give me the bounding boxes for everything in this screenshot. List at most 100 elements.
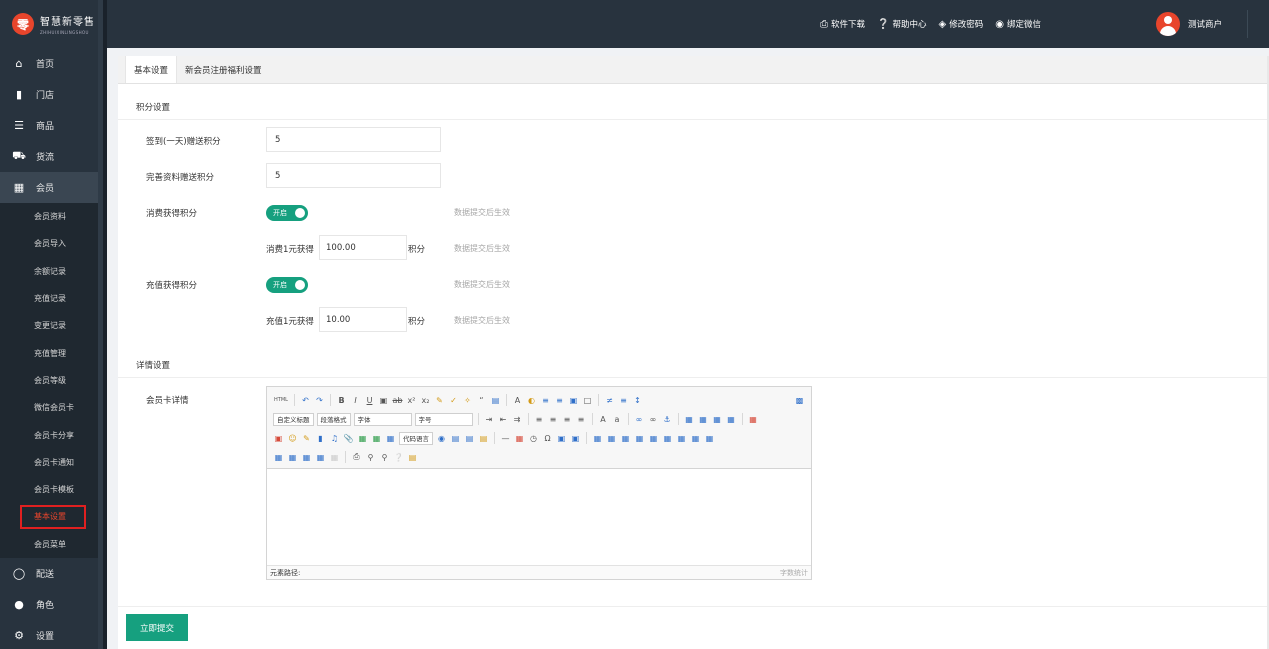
strikethrough-icon[interactable]: ab — [392, 395, 403, 406]
scrawl-icon[interactable]: ✎ — [301, 433, 312, 444]
format-match-icon[interactable]: ✎ — [434, 395, 445, 406]
submenu-item-basic-settings[interactable]: 基本设置 — [18, 503, 88, 530]
image-left-icon[interactable]: ▦ — [698, 414, 709, 425]
submenu-item-balance-records[interactable]: 余额记录 — [0, 258, 98, 285]
insert-row-icon[interactable]: ▦ — [634, 433, 645, 444]
unordered-list-icon[interactable]: ≡ — [554, 395, 565, 406]
recharge-rate-input[interactable] — [319, 307, 407, 332]
paragraph-select[interactable]: 段落格式 — [316, 412, 351, 426]
map-icon[interactable]: ▦ — [357, 433, 368, 444]
undo-icon[interactable]: ↶ — [300, 395, 311, 406]
insert-table-icon[interactable]: ▦ — [592, 433, 603, 444]
page-break-icon[interactable]: ◉ — [436, 433, 447, 444]
heading-select[interactable]: 自定义标题 — [273, 412, 314, 426]
submenu-item-card-notice[interactable]: 会员卡通知 — [0, 449, 98, 476]
background-color-icon[interactable]: ◐ — [526, 395, 537, 406]
insert-video-icon[interactable]: ▮ — [315, 433, 326, 444]
horizontal-rule-icon[interactable]: — — [500, 433, 511, 444]
insert-col-icon[interactable]: ▦ — [662, 433, 673, 444]
background-icon[interactable]: ▤ — [450, 433, 461, 444]
recharge-points-toggle[interactable]: 开启 — [266, 277, 308, 293]
sidebar-item-logistics[interactable]: ⛟ 货流 — [0, 141, 98, 172]
chart-icon[interactable]: ▤ — [478, 433, 489, 444]
tab-new-member-welfare[interactable]: 新会员注册福利设置 — [177, 56, 270, 83]
change-password-link[interactable]: ◈ 修改密码 — [938, 18, 983, 31]
link-icon[interactable]: ∞ — [634, 414, 645, 425]
italic-icon[interactable]: I — [350, 395, 361, 406]
consume-points-toggle[interactable]: 开启 — [266, 205, 308, 221]
submenu-item-card-template[interactable]: 会员卡模板 — [0, 476, 98, 503]
delete-col-icon[interactable]: ▦ — [676, 433, 687, 444]
music-icon[interactable]: ♫ — [329, 433, 340, 444]
submenu-item-recharge-management[interactable]: 充值管理 — [0, 339, 98, 366]
clear-doc-icon[interactable]: □ — [582, 395, 593, 406]
superscript-icon[interactable]: x² — [406, 395, 417, 406]
font-family-select[interactable]: 字体 — [353, 412, 412, 426]
snap-screen-icon[interactable]: ▣ — [556, 433, 567, 444]
font-size-select[interactable]: 字号 — [414, 412, 473, 426]
preview-icon[interactable]: ⚲ — [365, 452, 376, 463]
sidebar-item-store[interactable]: ▮ 门店 — [0, 79, 98, 110]
sidebar-scroll-thumb[interactable] — [103, 0, 107, 649]
sidebar-item-member[interactable]: ▦ 会员 — [0, 172, 98, 203]
select-all-icon[interactable]: ▣ — [568, 395, 579, 406]
indent-icon[interactable]: ⇉ — [512, 414, 523, 425]
insert-image-icon[interactable]: ▣ — [273, 433, 284, 444]
direction-ltr-icon[interactable]: ⇥ — [484, 414, 495, 425]
blockquote-icon[interactable]: “ — [476, 395, 487, 406]
sidebar-item-home[interactable]: ⌂ 首页 — [0, 48, 98, 79]
sidebar-item-role[interactable]: ● 角色 — [0, 589, 98, 620]
print-icon[interactable]: ⎙ — [351, 452, 362, 463]
insert-frame-icon[interactable]: ▦ — [385, 433, 396, 444]
merge-down-icon[interactable]: ▦ — [273, 452, 284, 463]
software-download-link[interactable]: ⎙ 软件下载 — [820, 18, 865, 31]
code-language-select[interactable]: 代码语言 — [399, 431, 433, 445]
unlink-icon[interactable]: ∞ — [648, 414, 659, 425]
split-cells-icon[interactable]: ▦ — [287, 452, 298, 463]
border-text-icon[interactable]: ▣ — [378, 395, 389, 406]
profile-points-input[interactable] — [266, 163, 441, 188]
image-right-icon[interactable]: ▦ — [712, 414, 723, 425]
fullscreen-icon[interactable]: ▩ — [794, 395, 805, 406]
anchor-icon[interactable]: ⚓ — [662, 414, 673, 425]
template-icon[interactable]: ▤ — [464, 433, 475, 444]
sidebar-item-settings[interactable]: ⚙ 设置 — [0, 620, 98, 649]
line-height-icon[interactable]: ↕ — [632, 395, 643, 406]
submenu-item-change-records[interactable]: 变更记录 — [0, 312, 98, 339]
row-spacing-bottom-icon[interactable]: ≡ — [618, 395, 629, 406]
gmap-icon[interactable]: ▦ — [371, 433, 382, 444]
font-color-icon[interactable]: A — [512, 395, 523, 406]
help-icon[interactable]: ❔ — [393, 452, 404, 463]
ordered-list-icon[interactable]: ≡ — [540, 395, 551, 406]
submenu-item-wechat-card[interactable]: 微信会员卡 — [0, 394, 98, 421]
delete-row-icon[interactable]: ▦ — [648, 433, 659, 444]
split-cols-icon[interactable]: ▦ — [315, 452, 326, 463]
consume-rate-input[interactable] — [319, 235, 407, 260]
word-image-icon[interactable]: ▣ — [570, 433, 581, 444]
user-menu[interactable]: 测试商户 — [1156, 12, 1222, 36]
time-icon[interactable]: ◷ — [528, 433, 539, 444]
submit-button[interactable]: 立即提交 — [126, 614, 188, 641]
submenu-item-card-share[interactable]: 会员卡分享 — [0, 421, 98, 448]
align-right-icon[interactable]: ≡ — [562, 414, 573, 425]
emotion-icon[interactable]: ☺ — [287, 433, 298, 444]
split-rows-icon[interactable]: ▦ — [301, 452, 312, 463]
auto-format-icon[interactable]: ✧ — [462, 395, 473, 406]
html-source-button[interactable]: HTML — [273, 395, 289, 406]
eraser-icon[interactable]: ✓ — [448, 395, 459, 406]
attachment-icon[interactable]: 📎 — [343, 433, 354, 444]
direction-rtl-icon[interactable]: ⇤ — [498, 414, 509, 425]
submenu-item-member-import[interactable]: 会员导入 — [0, 230, 98, 257]
underline-icon[interactable]: U — [364, 395, 375, 406]
table-props-icon[interactable]: ▦ — [329, 452, 340, 463]
simple-upload-icon[interactable]: ▦ — [748, 414, 759, 425]
align-center-icon[interactable]: ≡ — [548, 414, 559, 425]
redo-icon[interactable]: ↷ — [314, 395, 325, 406]
logo[interactable]: 零 智慧新零售 ZHIHUIXINLINGSHOU — [0, 0, 98, 48]
paste-plain-icon[interactable]: ▤ — [490, 395, 501, 406]
submenu-item-member-profile[interactable]: 会员资料 — [0, 203, 98, 230]
delete-table-icon[interactable]: ▦ — [606, 433, 617, 444]
help-center-link[interactable]: ❔ 帮助中心 — [877, 18, 926, 31]
sidebar-item-delivery[interactable]: ◯ 配送 — [0, 558, 98, 589]
image-center-icon[interactable]: ▦ — [726, 414, 737, 425]
